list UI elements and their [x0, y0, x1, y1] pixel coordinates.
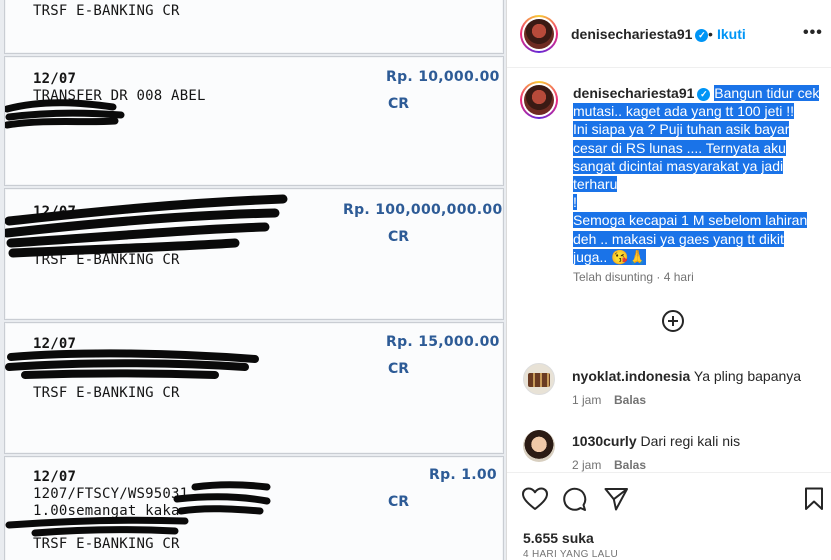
add-comment-icon[interactable] — [662, 310, 684, 332]
bookmark-icon[interactable] — [804, 487, 824, 511]
heart-icon[interactable] — [522, 487, 548, 511]
caption-line: Bangun tidur cek — [714, 85, 820, 101]
caption-line: juga.. 😘🙏 — [573, 248, 647, 265]
verified-icon: ✓ — [695, 29, 709, 42]
share-icon[interactable] — [604, 487, 629, 511]
commenter-avatar[interactable] — [523, 363, 555, 395]
comment-username[interactable]: nyoklat.indonesia — [572, 368, 690, 384]
post-panel: denisechariesta91 ✓ • Ikuti ••• denisecha… — [506, 0, 831, 560]
caption-line: ! — [573, 194, 577, 211]
post-caption: denisechariesta91 ✓ Bangun tidur cek muta… — [573, 84, 821, 266]
statement-type: CR — [388, 229, 410, 245]
more-icon[interactable]: ••• — [803, 24, 823, 42]
caption-line: Semoga kecapai 1 M sebelom lahiran — [573, 212, 808, 229]
statement-date: 12/07 — [33, 71, 77, 87]
post-actions: 5.655 suka 4 HARI YANG LALU — [507, 472, 831, 560]
statement-amount: Rp. 15,000.00 — [386, 334, 500, 350]
statement-amount: Rp. 1.00 — [429, 467, 497, 483]
comment-icon[interactable] — [562, 487, 587, 512]
author-username[interactable]: denisechariesta91 ✓ — [571, 26, 709, 42]
verified-icon: ✓ — [697, 88, 711, 101]
post-timestamp: 4 HARI YANG LALU — [523, 549, 619, 560]
comment-text: Dari regi kali nis — [640, 433, 741, 449]
statement-amount: Rp. 100,000,000.00 — [343, 202, 503, 218]
statement-desc: TRSF E-BANKING CR — [33, 3, 180, 19]
caption-username[interactable]: denisechariesta91 ✓ — [573, 85, 711, 101]
comment-time: 1 jam — [572, 393, 602, 407]
author-avatar[interactable] — [520, 15, 558, 53]
like-count[interactable]: 5.655 suka — [523, 530, 594, 546]
caption-line: cesar di RS lunas .... Ternyata aku — [573, 139, 786, 156]
comment-text: Ya pling bapanya — [693, 368, 802, 384]
follow-button[interactable]: Ikuti — [717, 26, 746, 42]
commenter-avatar[interactable] — [523, 430, 555, 462]
statement-card: 12/07 1207/FTSCY/WS95031 1.00semangat ka… — [4, 456, 504, 560]
comment-username[interactable]: 1030curly — [572, 433, 637, 449]
redaction-scribble — [5, 99, 125, 129]
comment-time: 2 jam — [572, 458, 602, 472]
post-header: denisechariesta91 ✓ • Ikuti ••• — [507, 0, 831, 68]
caption-line: Ini siapa ya ? Puji tuhan asik bayar — [573, 121, 790, 138]
caption-line: mutasi.. kaget ada yang tt 100 jeti !! — [573, 103, 795, 120]
caption-avatar[interactable] — [520, 81, 558, 119]
redaction-scribble — [5, 194, 288, 258]
redaction-scribble — [5, 481, 271, 537]
comment-body: 1030curly Dari regi kali nis — [572, 433, 740, 449]
redaction-scribble — [5, 349, 259, 379]
caption-line: terharu — [573, 176, 618, 193]
statement-amount: Rp. 10,000.00 — [386, 69, 500, 85]
reply-button[interactable]: Balas — [614, 458, 646, 472]
statement-desc: TRSF E-BANKING CR — [33, 385, 180, 401]
statement-card: 12/07 TRANSFER DR 008 ABEL Rp. 10,000.00… — [4, 56, 504, 186]
separator-dot: • — [708, 26, 713, 42]
caption-line: deh .. makasi ya gaes yang tt dikit — [573, 230, 784, 247]
statement-type: CR — [388, 96, 410, 112]
statement-desc: TRSF E-BANKING CR — [33, 536, 180, 552]
statement-type: CR — [388, 494, 410, 510]
statement-card: 12/07 TRSF E-BANKING CR Rp. 15,000.00 CR — [4, 322, 504, 454]
statement-card: 12/07 TRSF E-BANKING CR Rp. 100,000,000.… — [4, 188, 504, 320]
statement-card: TRSF E-BANKING CR — [4, 0, 504, 54]
caption-line: sangat dicintai masyarakat ya jadi — [573, 157, 784, 174]
comment-body: nyoklat.indonesia Ya pling bapanya — [572, 368, 801, 384]
caption-meta: Telah disunting · 4 hari — [573, 270, 694, 284]
statement-photo: TRSF E-BANKING CR 12/07 TRANSFER DR 008 … — [0, 0, 506, 560]
statement-type: CR — [388, 361, 410, 377]
reply-button[interactable]: Balas — [614, 393, 646, 407]
